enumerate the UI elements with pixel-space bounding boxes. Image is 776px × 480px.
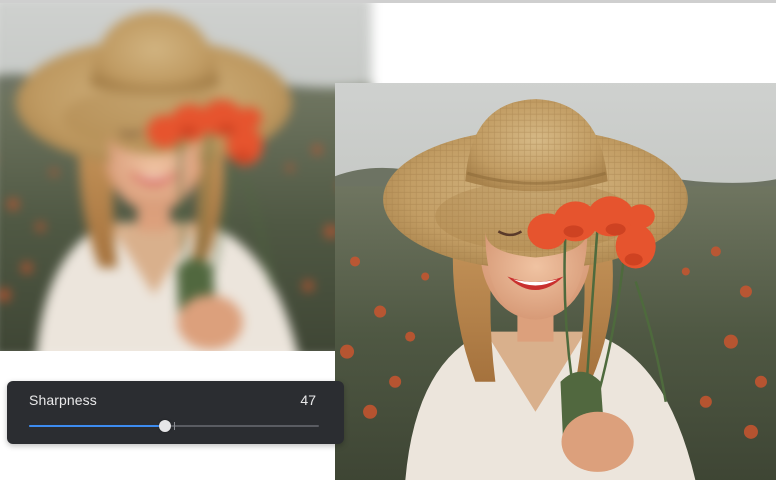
slider-center-mark xyxy=(174,422,175,430)
slider-fill xyxy=(29,425,165,427)
sharpness-value: 47 xyxy=(300,392,316,408)
before-blurred-photo xyxy=(0,3,384,351)
sharpness-label: Sharpness xyxy=(29,392,97,408)
sharpness-panel: Sharpness 47 xyxy=(7,381,344,444)
slider-thumb[interactable] xyxy=(159,420,171,432)
sharpness-slider[interactable] xyxy=(29,420,319,432)
after-sharpened-photo xyxy=(335,83,776,480)
